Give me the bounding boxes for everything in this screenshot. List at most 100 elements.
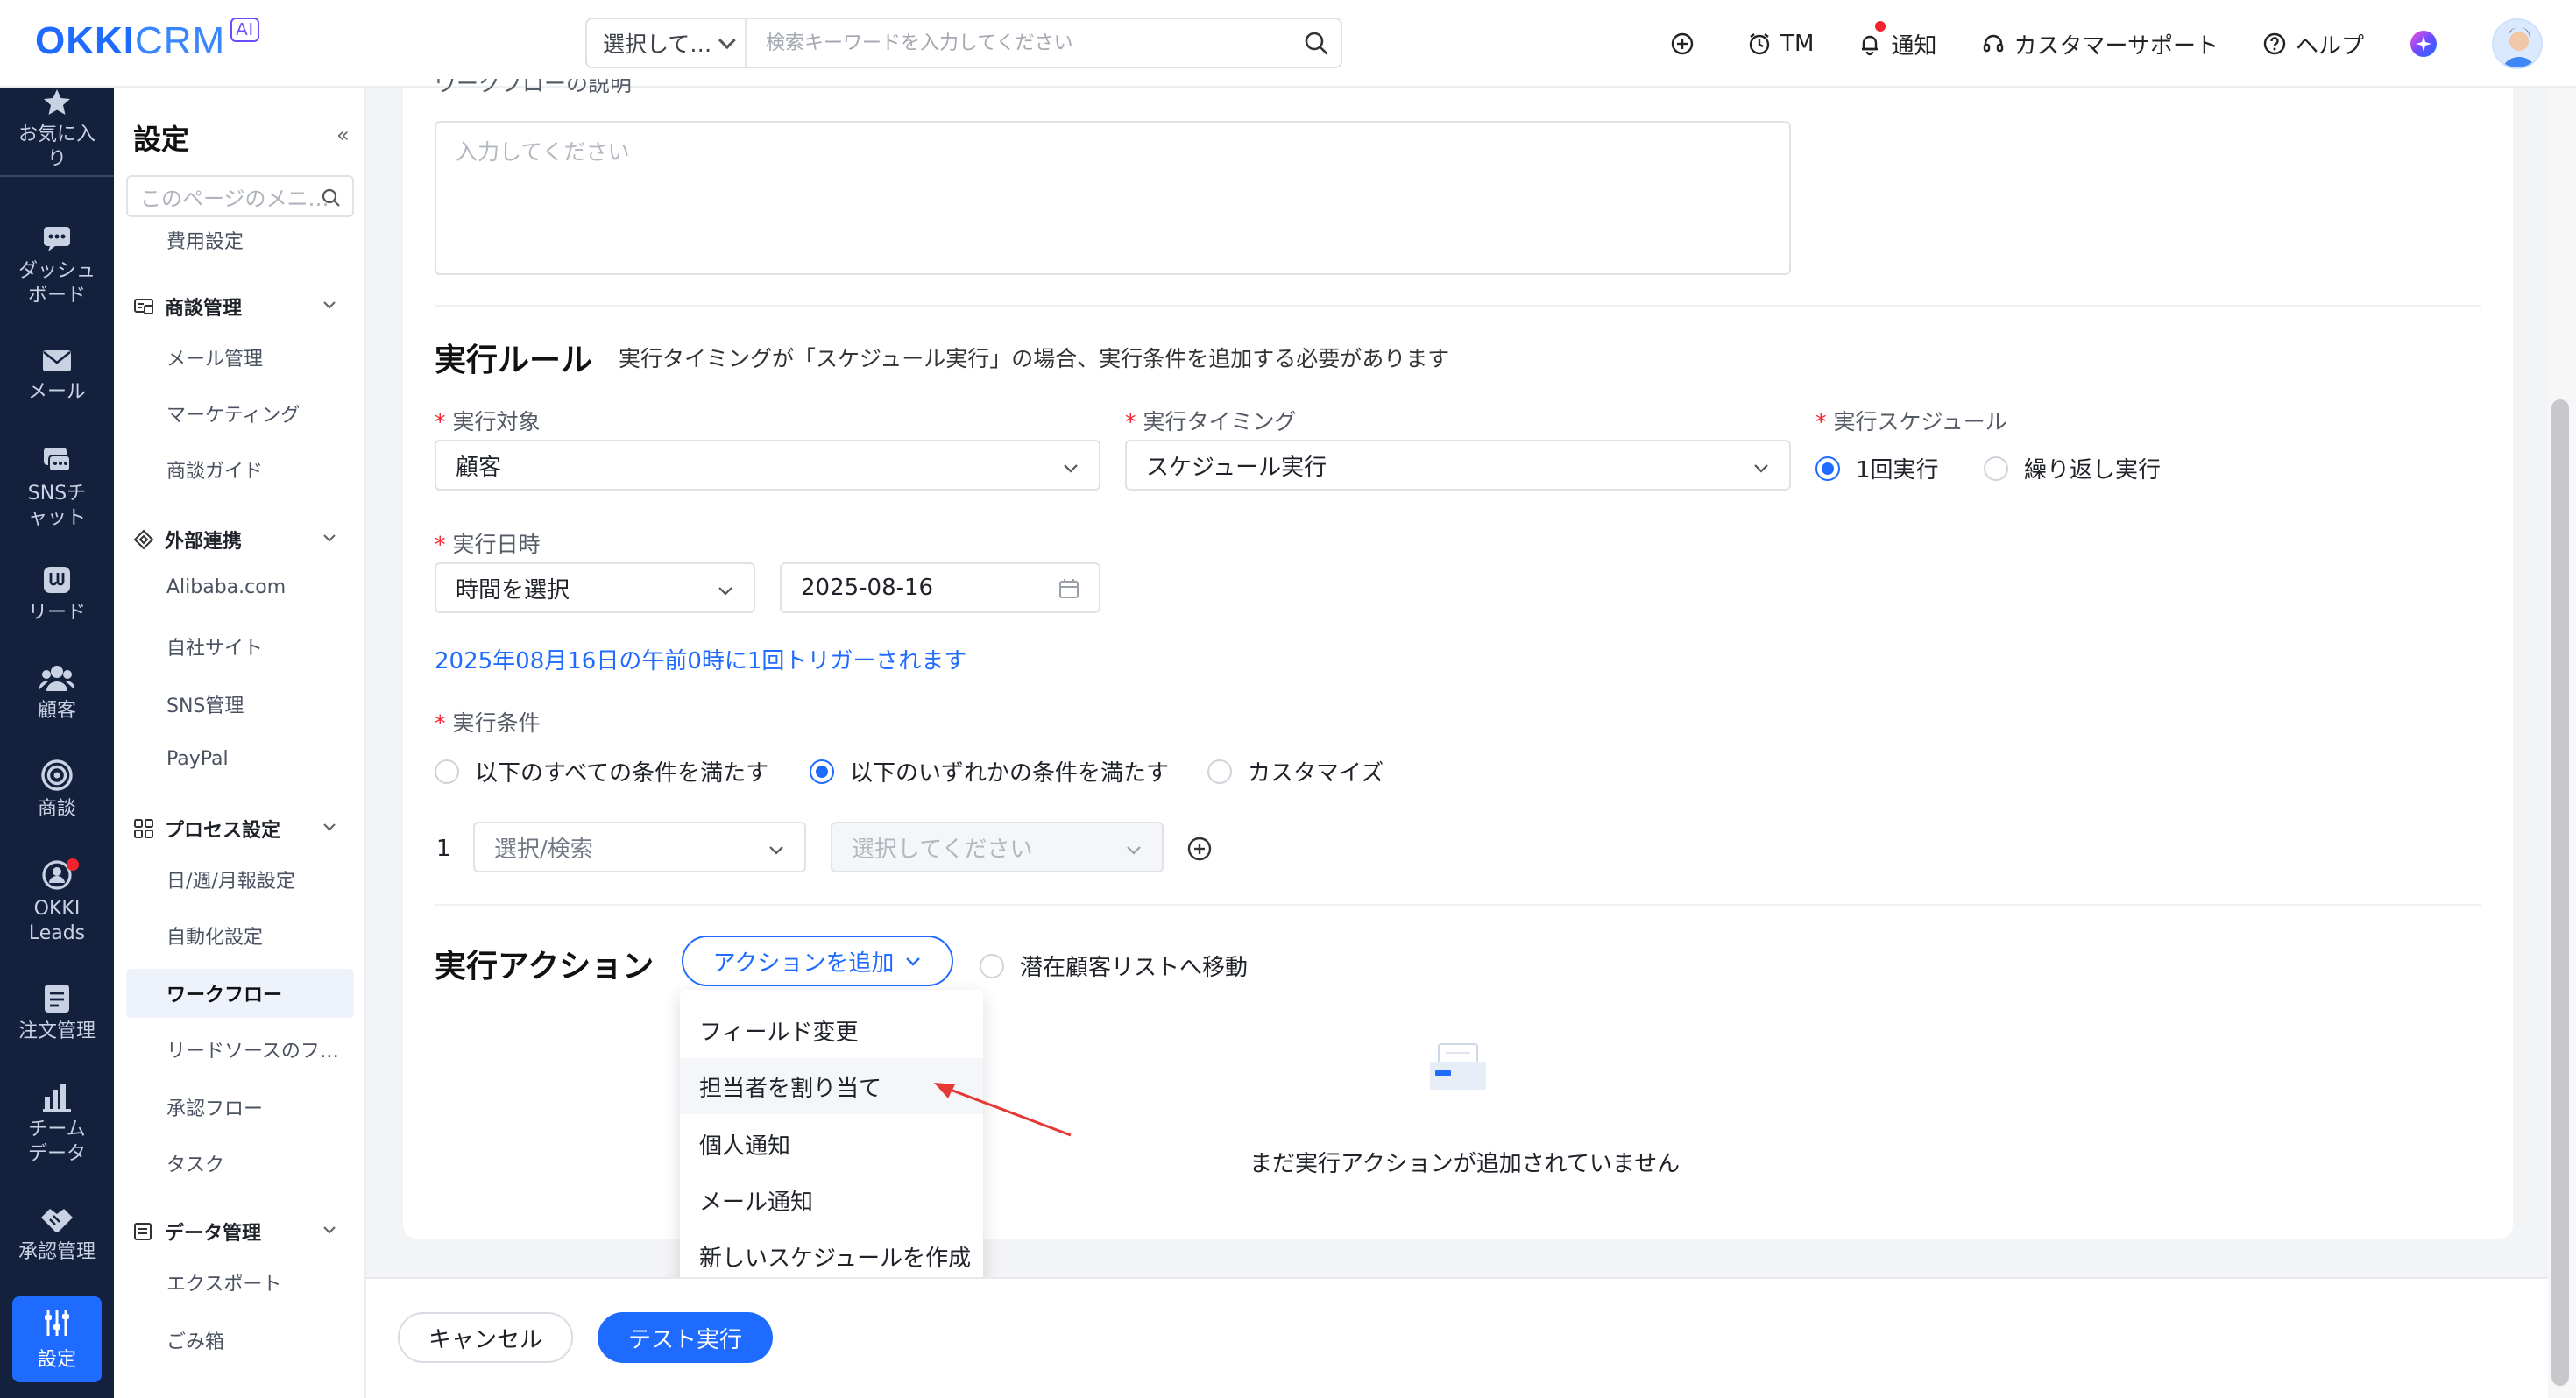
action-option-mail-notify[interactable]: メール通知 xyxy=(680,1172,983,1228)
settings-title: 設定 xyxy=(133,123,190,156)
condition-all-radio[interactable]: 以下のすべての条件を満たす xyxy=(435,755,768,787)
ai-assistant-icon[interactable] xyxy=(2408,28,2448,60)
condition-label: * 実行条件 xyxy=(435,710,541,736)
test-run-button[interactable]: テスト実行 xyxy=(598,1312,773,1363)
menu-link-own-site[interactable]: 自社サイト xyxy=(166,632,263,660)
nav-approval[interactable]: 承認管理 xyxy=(0,1205,114,1265)
scrollbar-thumb[interactable] xyxy=(2551,399,2569,1386)
chevron-down-icon[interactable] xyxy=(321,296,338,314)
handshake-icon xyxy=(41,1209,73,1232)
tm-button[interactable]: TM xyxy=(1747,31,1814,57)
condition-field-select[interactable]: 選択/検索 xyxy=(473,822,806,872)
radio-checked-icon xyxy=(810,759,834,784)
app-logo[interactable]: OKKI CRM AI xyxy=(35,18,260,68)
menu-link-sns-manage[interactable]: SNS管理 xyxy=(166,690,244,718)
user-avatar[interactable] xyxy=(2492,18,2543,69)
dashboard-icon xyxy=(44,227,70,251)
menu-link-automation[interactable]: 自動化設定 xyxy=(166,921,263,950)
action-option-label: 新しいスケジュールを作成 xyxy=(699,1245,972,1272)
time-select[interactable]: 時間を選択 xyxy=(435,562,755,613)
timing-select[interactable]: スケジュール実行 xyxy=(1125,440,1791,491)
notification-dot xyxy=(1875,20,1886,32)
menu-group-data[interactable]: データ管理 xyxy=(133,1218,261,1246)
menu-link-approval-flow[interactable]: 承認フロー xyxy=(166,1093,263,1121)
menu-link-alibaba[interactable]: Alibaba.com xyxy=(166,576,286,598)
nav-leads[interactable]: リード xyxy=(0,564,114,625)
empty-box-icon xyxy=(1430,1043,1486,1090)
chevron-down-icon[interactable] xyxy=(321,818,338,836)
nav-settings[interactable]: 設定 xyxy=(12,1296,102,1382)
menu-group-deals-label: 商談管理 xyxy=(165,298,243,320)
time-select-value: 時間を選択 xyxy=(456,576,570,604)
menu-link-deal-guide[interactable]: 商談ガイド xyxy=(166,455,263,484)
menu-group-process[interactable]: プロセス設定 xyxy=(133,815,280,843)
menu-link-expense[interactable]: 費用設定 xyxy=(166,226,244,254)
nav-okki-leads[interactable]: OKKI Leads xyxy=(0,858,114,946)
add-condition-icon[interactable] xyxy=(1186,836,1213,862)
schedule-once-radio[interactable]: 1回実行 xyxy=(1815,452,1939,484)
nav-customers[interactable]: 顧客 xyxy=(0,662,114,724)
help-button[interactable]: ヘルプ xyxy=(2262,28,2364,60)
nav-orders[interactable]: 注文管理 xyxy=(0,983,114,1044)
menu-link-mail-manage[interactable]: メール管理 xyxy=(166,343,263,371)
chevron-down-icon[interactable] xyxy=(321,1221,338,1239)
customer-support-button[interactable]: カスタマーサポート xyxy=(1981,28,2219,60)
collapse-menu-button[interactable]: « xyxy=(336,123,350,147)
action-option-field-change[interactable]: フィールド変更 xyxy=(680,1002,983,1058)
menu-link-marketing[interactable]: マーケティング xyxy=(166,399,300,427)
actions-section-title: 実行アクション xyxy=(435,949,655,985)
search-input[interactable] xyxy=(747,19,1292,67)
search-scope-select[interactable]: 選択して… xyxy=(587,19,747,67)
description-textarea[interactable]: 入力してください xyxy=(435,121,1791,275)
target-select[interactable]: 顧客 xyxy=(435,440,1100,491)
menu-link-workflow[interactable]: ワークフロー xyxy=(166,979,282,1007)
settings-sidebar: 設定 « このページのメニ… 費用設定 商談管理 メール管理 マーケティング 商… xyxy=(114,88,366,1398)
condition-value-select[interactable]: 選択してください xyxy=(831,822,1164,872)
menu-link-reports[interactable]: 日/週/月報設定 xyxy=(166,865,295,893)
menu-link-tasks[interactable]: タスク xyxy=(166,1149,224,1177)
menu-search-input[interactable]: このページのメニ… xyxy=(126,175,354,217)
chevron-down-icon[interactable] xyxy=(321,529,338,547)
cancel-button[interactable]: キャンセル xyxy=(398,1312,573,1363)
nav-team-data[interactable]: チームデータ xyxy=(0,1081,114,1167)
nav-sns-chat[interactable]: SNSチャット xyxy=(0,445,114,531)
notification-button[interactable]: 通知 xyxy=(1858,20,1937,60)
action-option-label: メール通知 xyxy=(699,1189,814,1216)
plus-circle-icon[interactable] xyxy=(1670,32,1703,56)
menu-link-trash[interactable]: ごみ箱 xyxy=(166,1326,224,1354)
radio-unchecked-icon xyxy=(435,759,459,784)
question-circle-icon xyxy=(2263,32,2286,55)
date-picker[interactable]: 2025-08-16 xyxy=(780,562,1100,613)
menu-link-export[interactable]: エクスポート xyxy=(166,1268,281,1296)
condition-custom-radio[interactable]: カスタマイズ xyxy=(1207,755,1384,787)
description-placeholder: 入力してください xyxy=(456,139,630,165)
nav-mail[interactable]: メール xyxy=(0,347,114,405)
search-icon[interactable] xyxy=(1292,19,1341,67)
menu-group-integrations[interactable]: 外部連携 xyxy=(133,526,242,554)
chevron-down-icon xyxy=(769,846,783,855)
action-option-label: 個人通知 xyxy=(699,1133,791,1160)
headset-icon xyxy=(1983,34,2003,53)
notification-label: 通知 xyxy=(1891,32,1937,60)
data-manage-icon xyxy=(134,1223,152,1240)
radio-unchecked-icon xyxy=(1207,759,1232,784)
move-to-pool-radio[interactable]: 潜在顧客リストへ移動 xyxy=(980,950,1248,982)
nav-dashboard[interactable]: ダッシュボード xyxy=(0,222,114,308)
chevron-down-icon xyxy=(1127,846,1141,855)
add-action-button[interactable]: アクションを追加 xyxy=(682,936,953,986)
nav-deals[interactable]: 商談 xyxy=(0,759,114,822)
top-bar: OKKI CRM AI 選択して… TM 通知 カスタマーサポート xyxy=(0,0,2576,88)
menu-link-lead-source[interactable]: リードソースのフ… xyxy=(166,1035,339,1063)
target-label: * 実行対象 xyxy=(435,409,541,434)
nav-favorites[interactable]: お気に入り xyxy=(0,88,114,177)
condition-any-radio[interactable]: 以下のいずれかの条件を満たす xyxy=(810,755,1169,787)
section-divider xyxy=(435,904,2481,906)
menu-group-deals[interactable]: 商談管理 xyxy=(133,293,242,321)
deals-manage-icon xyxy=(134,299,153,314)
rules-section-title: 実行ルール xyxy=(435,342,593,378)
menu-link-paypal[interactable]: PayPal xyxy=(166,748,229,770)
action-option-new-schedule[interactable]: 新しいスケジュールを作成 xyxy=(680,1228,983,1284)
schedule-repeat-radio[interactable]: 繰り返し実行 xyxy=(1984,452,2161,484)
logo-ai-badge: AI xyxy=(230,18,260,42)
orders-icon xyxy=(45,985,69,1013)
